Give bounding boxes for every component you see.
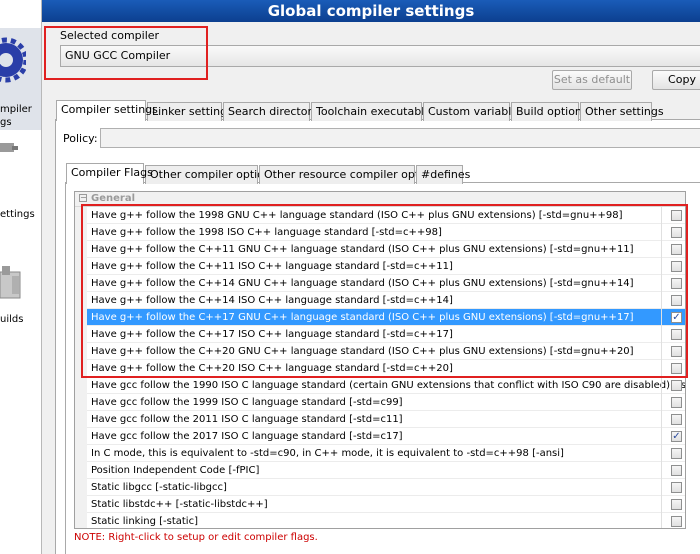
- column-separator: [661, 428, 662, 445]
- copy-button[interactable]: Copy: [652, 70, 700, 90]
- flag-checkbox[interactable]: [671, 499, 682, 510]
- tab-compiler-flags[interactable]: Compiler Flags: [66, 163, 153, 184]
- flag-row[interactable]: Have gcc follow the 2011 ISO C language …: [87, 411, 685, 428]
- highlight-box-compiler: [44, 26, 208, 80]
- tab-linker-settings[interactable]: Linker settings: [147, 102, 233, 121]
- sidebar: mpiler gs ettings uilds: [0, 0, 42, 554]
- flag-row[interactable]: Have gcc follow the 1990 ISO C language …: [87, 377, 686, 394]
- column-separator: [661, 377, 662, 394]
- flag-checkbox[interactable]: [671, 482, 682, 493]
- flag-checkbox[interactable]: [671, 397, 682, 408]
- flag-label: Static libstdc++ [-static-libstdc++]: [91, 499, 268, 510]
- policy-label: Policy:: [63, 132, 98, 145]
- flag-label: Static linking [-static]: [91, 516, 198, 527]
- sidebar-item-label: uilds: [0, 314, 24, 325]
- batch-builds-icon: [0, 266, 21, 299]
- tab-compiler-settings[interactable]: Compiler settings: [56, 100, 158, 121]
- category-label: General: [91, 193, 135, 204]
- column-separator: [661, 513, 662, 528]
- flag-label: Position Independent Code [-fPIC]: [91, 465, 260, 476]
- flag-label: In C mode, this is equivalent to -std=c9…: [91, 448, 564, 459]
- flag-checkbox[interactable]: [671, 465, 682, 476]
- tab-other-compiler-options[interactable]: Other compiler options: [145, 165, 277, 184]
- flag-row[interactable]: In C mode, this is equivalent to -std=c9…: [87, 445, 685, 462]
- flag-checkbox[interactable]: [671, 380, 682, 391]
- set-as-default-button[interactable]: Set as default: [552, 70, 632, 90]
- tab-build-options[interactable]: Build options: [511, 102, 588, 121]
- page-title: Global compiler settings: [42, 0, 700, 22]
- flag-label: Have gcc follow the 2011 ISO C language …: [91, 414, 403, 425]
- column-separator: [661, 496, 662, 513]
- flag-row[interactable]: Have gcc follow the 1999 ISO C language …: [87, 394, 685, 411]
- tab-toolchain-executables[interactable]: Toolchain executables: [311, 102, 437, 121]
- flag-row[interactable]: Static libstdc++ [-static-libstdc++]: [87, 496, 685, 513]
- policy-select[interactable]: [100, 128, 700, 148]
- sidebar-item-label: mpiler: [0, 104, 32, 115]
- compiler-gear-icon: [0, 37, 26, 83]
- sidebar-item-label: gs: [0, 117, 12, 128]
- flag-checkbox[interactable]: [671, 516, 682, 527]
- collapse-icon[interactable]: −: [79, 194, 87, 202]
- tab-other-settings[interactable]: Other settings: [580, 102, 664, 121]
- note-text: NOTE: Right-click to setup or edit compi…: [74, 532, 318, 543]
- flag-label: Have gcc follow the 1999 ISO C language …: [91, 397, 403, 408]
- flag-checkbox[interactable]: [671, 448, 682, 459]
- highlight-box-flags: [81, 204, 688, 378]
- flag-checkbox[interactable]: ✓: [671, 431, 682, 442]
- tab-custom-variables[interactable]: Custom variables: [423, 102, 524, 121]
- debugger-icon: [0, 143, 18, 152]
- flag-label: Have gcc follow the 2017 ISO C language …: [91, 431, 403, 442]
- flag-row[interactable]: Position Independent Code [-fPIC]: [87, 462, 685, 479]
- column-separator: [661, 462, 662, 479]
- sidebar-item-label: ettings: [0, 209, 35, 220]
- flag-row[interactable]: Have gcc follow the 2017 ISO C language …: [87, 428, 685, 445]
- flag-row[interactable]: Static libgcc [-static-libgcc]: [87, 479, 685, 496]
- tab-search-directories[interactable]: Search directories: [223, 102, 328, 121]
- flag-label: Have gcc follow the 1990 ISO C language …: [91, 380, 686, 391]
- column-separator: [661, 479, 662, 496]
- tab-other-resource-compiler-options[interactable]: Other resource compiler options: [259, 165, 442, 184]
- flag-row[interactable]: Static linking [-static]: [87, 513, 685, 528]
- column-separator: [661, 411, 662, 428]
- flag-label: Static libgcc [-static-libgcc]: [91, 482, 227, 493]
- column-separator: [661, 445, 662, 462]
- tab-defines[interactable]: #defines: [416, 165, 470, 184]
- flag-checkbox[interactable]: [671, 414, 682, 425]
- column-separator: [661, 394, 662, 411]
